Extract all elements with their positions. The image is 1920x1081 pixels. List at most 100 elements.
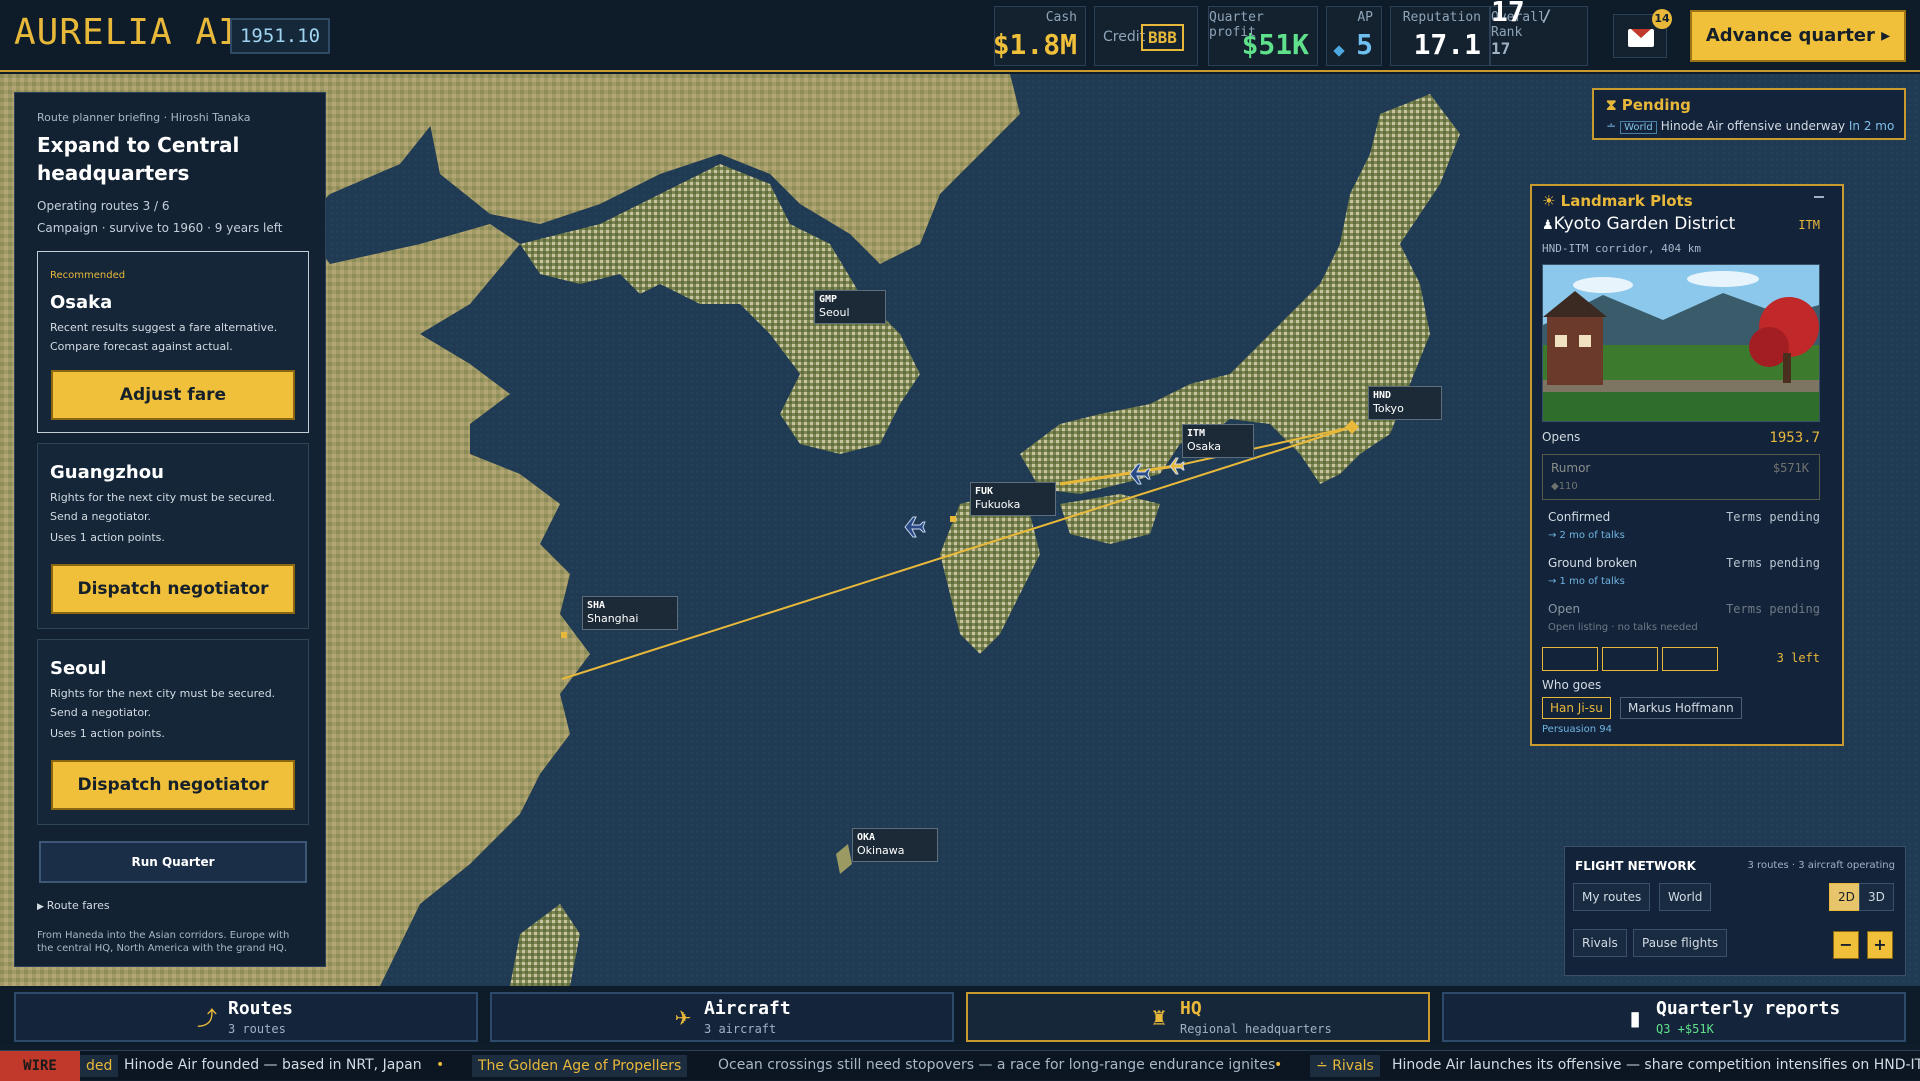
- envelope-icon: [1628, 29, 1654, 47]
- ap-icon: [1333, 45, 1345, 57]
- briefing-title: Expand to Central headquarters: [37, 133, 240, 185]
- spark-icon: ∸: [1606, 119, 1617, 133]
- city-label-fukuoka[interactable]: FUK Fukuoka: [970, 482, 1056, 516]
- tab-subtitle: Q3 +$51K: [1656, 1022, 1714, 1036]
- network-info: 3 routes · 3 aircraft operating: [1747, 860, 1895, 871]
- caret-right-icon: ▶: [37, 902, 47, 912]
- ground-link[interactable]: → 1 mo of talks: [1548, 576, 1625, 587]
- advance-quarter-button[interactable]: Advance quarter ▸: [1690, 10, 1906, 62]
- ap-value: 5: [1356, 28, 1373, 61]
- briefing-panel: Route planner briefing · Hiroshi Tanaka …: [14, 92, 326, 967]
- landmark-plots-panel: ☀ Landmark Plots ♟Kyoto Garden District …: [1530, 184, 1844, 746]
- city-label-osaka[interactable]: ITM Osaka: [1182, 424, 1254, 458]
- network-title: FLIGHT NETWORK: [1575, 859, 1696, 873]
- city-label-okinawa[interactable]: OKA Okinawa: [852, 828, 938, 862]
- confirmed-value: Terms pending: [1726, 510, 1820, 524]
- landmark-site: ♟Kyoto Garden District: [1542, 214, 1735, 234]
- tab-routes[interactable]: ⤴ Routes 3 routes: [14, 992, 478, 1042]
- open-sub: Open listing · no talks needed: [1548, 622, 1698, 633]
- route-fares-label: Route fares: [46, 899, 110, 912]
- opens-value: 1953.7: [1769, 430, 1820, 446]
- world-button[interactable]: World: [1659, 883, 1712, 911]
- ticker-dot: •: [436, 1057, 445, 1073]
- tab-title: Quarterly reports: [1656, 998, 1841, 1019]
- tab-hq[interactable]: ♜ HQ Regional headquarters: [966, 992, 1430, 1042]
- reputation-stat: Reputation 17.1: [1390, 6, 1490, 66]
- card-title: Guangzhou: [50, 462, 164, 483]
- mail-count-badge: 14: [1652, 9, 1672, 29]
- confirmed-link[interactable]: → 2 mo of talks: [1548, 530, 1625, 541]
- pending-text: Hinode Air offensive underway: [1660, 119, 1846, 133]
- zoom-in-button[interactable]: +: [1867, 931, 1893, 959]
- spark-icon: ∸: [1316, 1058, 1333, 1074]
- city-label-seoul[interactable]: GMP Seoul: [814, 290, 886, 324]
- adjust-fare-button[interactable]: Adjust fare: [51, 370, 295, 420]
- bottom-tabs: ⤴ Routes 3 routes ✈ Aircraft 3 aircraft …: [0, 986, 1920, 1044]
- 3d-toggle[interactable]: 3D: [1859, 883, 1894, 911]
- hq-crest-icon: ♜: [1150, 1006, 1168, 1030]
- world-tag: World: [1620, 121, 1657, 134]
- sun-icon: ☀: [1542, 192, 1561, 210]
- zoom-out-button[interactable]: −: [1833, 931, 1859, 959]
- ticker-badge: ∸ Rivals: [1310, 1055, 1380, 1077]
- recommendation-card-osaka: Recommended Osaka Recent results suggest…: [37, 251, 309, 433]
- ground-value: Terms pending: [1726, 556, 1820, 570]
- dispatch-negotiator-button[interactable]: Dispatch negotiator: [51, 760, 295, 810]
- person-chip[interactable]: Han Ji-su: [1542, 697, 1611, 719]
- card-text: Rights for the next city must be secured…: [50, 491, 276, 504]
- rumor-sub: ◆110: [1551, 481, 1578, 492]
- city-label-tokyo[interactable]: HND Tokyo: [1368, 386, 1442, 420]
- tab-subtitle: 3 aircraft: [704, 1022, 777, 1036]
- ticker-badge-text: Rivals: [1332, 1058, 1374, 1074]
- run-quarter-button[interactable]: Run Quarter: [39, 841, 307, 883]
- pending-row: ∸ World Hinode Air offensive underway In 2…: [1606, 119, 1894, 134]
- landmark-code: ITM: [1798, 218, 1820, 232]
- reputation-value: 17.1: [1413, 28, 1481, 61]
- ticker-item: Hinode Air launches its offensive — shar…: [1392, 1057, 1920, 1073]
- ap-label: AP: [1357, 10, 1373, 25]
- tab-title: Aircraft: [704, 998, 791, 1019]
- tab-title: Routes: [228, 998, 294, 1019]
- card-text: Uses 1 action points.: [50, 727, 165, 740]
- pending-panel[interactable]: ⧗ Pending ∸ World Hinode Air offensive und…: [1592, 88, 1906, 140]
- mail-button[interactable]: 14: [1613, 9, 1672, 58]
- city-label-shanghai[interactable]: SHA Shanghai: [582, 596, 678, 630]
- action-card-guangzhou: Guangzhou Rights for the next city must …: [37, 443, 309, 629]
- card-text: Recent results suggest a fare alternativ…: [50, 321, 278, 334]
- ticker-badge: ded: [80, 1055, 119, 1077]
- card-text: Uses 1 action points.: [50, 531, 165, 544]
- landmark-title: ☀ Landmark Plots: [1542, 192, 1693, 210]
- landmark-title-text: Landmark Plots: [1560, 192, 1693, 210]
- ticker-dot: •: [1274, 1057, 1283, 1073]
- cash-stat: Cash $1.8M: [993, 6, 1086, 66]
- slots-left: 3 left: [1776, 651, 1820, 665]
- dispatch-negotiator-button[interactable]: Dispatch negotiator: [51, 564, 295, 614]
- person-chip[interactable]: Markus Hoffmann: [1620, 697, 1742, 719]
- minimize-icon[interactable]: [1814, 196, 1824, 198]
- my-routes-button[interactable]: My routes: [1573, 883, 1651, 911]
- cash-label: Cash: [1045, 10, 1077, 25]
- tab-aircraft[interactable]: ✈ Aircraft 3 aircraft: [490, 992, 954, 1042]
- route-icon: ⤴: [197, 1006, 217, 1030]
- slot[interactable]: [1662, 647, 1718, 671]
- profit-stat: Quarter profit $51K: [1208, 6, 1318, 66]
- tab-subtitle: Regional headquarters: [1180, 1022, 1332, 1036]
- opens-label: Opens: [1542, 430, 1581, 444]
- persuasion-stat: Persuasion 94: [1542, 724, 1612, 735]
- person-icon: ♟: [1542, 218, 1554, 233]
- rumor-value: $571K: [1772, 461, 1809, 475]
- pending-title: ⧗ Pending: [1606, 96, 1691, 114]
- rivals-button[interactable]: Rivals: [1573, 929, 1627, 957]
- slot[interactable]: [1542, 647, 1598, 671]
- slot[interactable]: [1602, 647, 1658, 671]
- top-bar: AURELIA AIR 1951.10 Cash $1.8M Credit BB…: [0, 0, 1920, 72]
- pause-flights-button[interactable]: Pause flights: [1633, 929, 1728, 957]
- rank-value: 17 / 17: [1491, 0, 1579, 61]
- rumor-row[interactable]: Rumor $571K ◆110: [1542, 454, 1820, 500]
- route-fares-toggle[interactable]: ▶ Route fares: [37, 899, 110, 912]
- campaign-status: Campaign · survive to 1960 · 9 years lef…: [37, 221, 283, 235]
- briefing-footer: From Haneda into the Asian corridors. Eu…: [37, 930, 290, 954]
- credit-label: Credit: [1103, 29, 1146, 45]
- tab-quarterly-reports[interactable]: ▮ Quarterly reports Q3 +$51K: [1442, 992, 1906, 1042]
- news-ticker: WIRE ded Hinode Air founded — based in N…: [0, 1050, 1920, 1081]
